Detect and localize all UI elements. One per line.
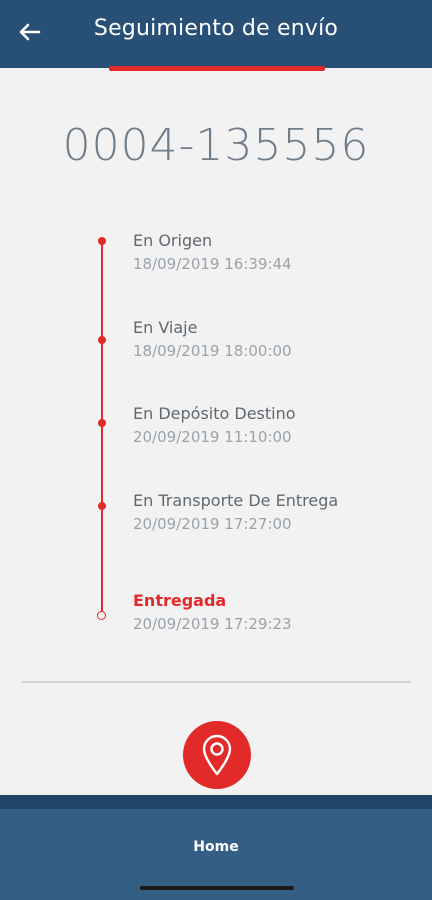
home-tab[interactable]: Home [0, 839, 432, 855]
timeline-event: En Viaje 18/09/2019 18:00:00 [133, 318, 292, 361]
event-date: 20/09/2019 17:27:00 [133, 515, 292, 533]
event-status: En Origen [133, 231, 213, 250]
home-indicator [140, 886, 294, 890]
event-date: 18/09/2019 18:00:00 [133, 342, 292, 360]
bottom-strip [0, 795, 432, 809]
event-status: En Depósito Destino [133, 404, 296, 423]
timeline-dot [98, 237, 106, 245]
app-header: Seguimiento de envío [0, 0, 432, 68]
timeline-event: En Depósito Destino 20/09/2019 11:10:00 [133, 404, 296, 447]
event-date: 20/09/2019 11:10:00 [133, 428, 292, 446]
event-status: En Viaje [133, 318, 198, 337]
tracking-number: 0004-135556 [62, 120, 370, 171]
page-title: Seguimiento de envío [93, 16, 339, 41]
timeline-event: En Origen 18/09/2019 16:39:44 [133, 231, 292, 274]
event-date: 18/09/2019 16:39:44 [133, 255, 292, 273]
location-pin-icon [202, 734, 232, 776]
timeline-dot-final [97, 611, 106, 620]
divider [22, 681, 411, 683]
timeline-dot [98, 502, 106, 510]
timeline-dot [98, 419, 106, 427]
map-location-button[interactable] [183, 721, 251, 789]
timeline-line [101, 240, 103, 616]
event-status: Entregada [133, 591, 227, 610]
timeline-event: En Transporte De Entrega 20/09/2019 17:2… [133, 491, 338, 534]
event-status: En Transporte De Entrega [133, 491, 339, 510]
timeline-event-delivered: Entregada 20/09/2019 17:29:23 [133, 591, 292, 634]
event-date: 20/09/2019 17:29:23 [133, 615, 292, 633]
title-underline [109, 66, 325, 71]
timeline-dot [98, 336, 106, 344]
